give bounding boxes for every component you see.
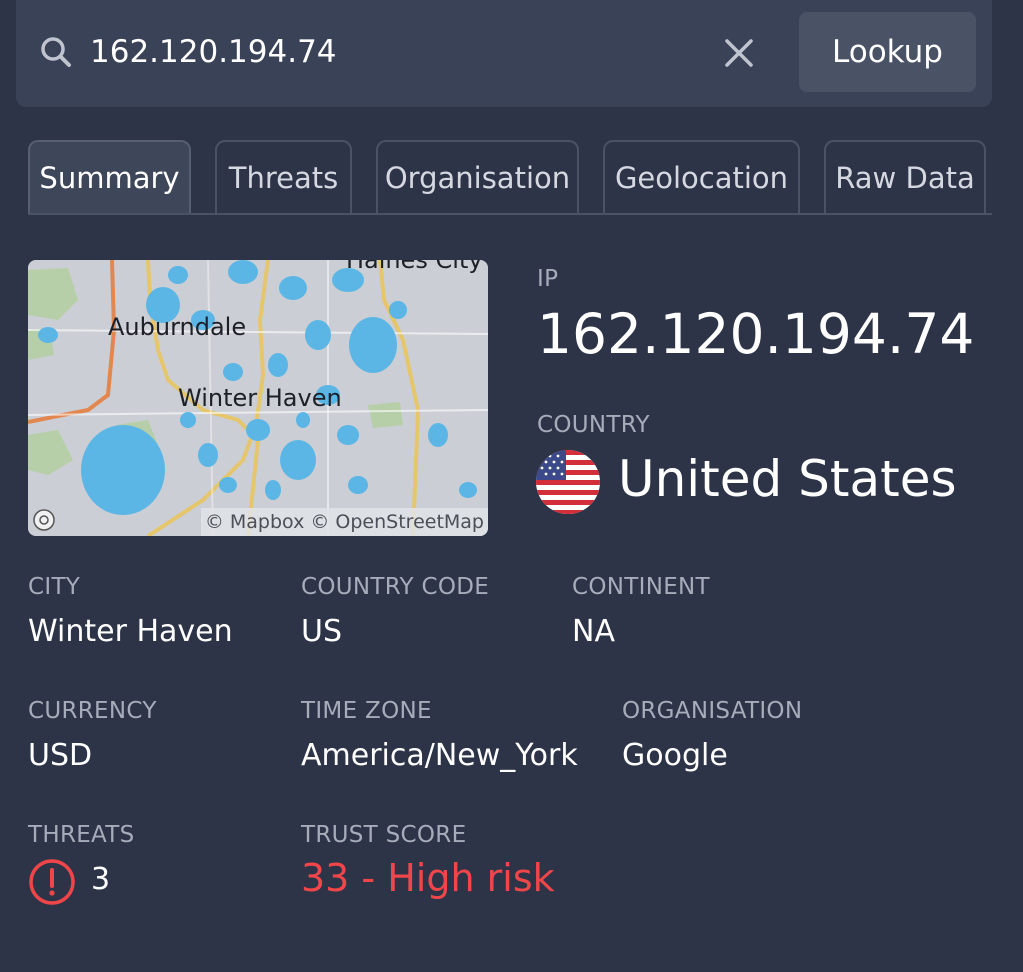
trust-score-label: TRUST SCORE [301, 822, 467, 848]
organisation-value: Google [622, 738, 728, 773]
clear-search-button[interactable] [718, 32, 760, 74]
map-label-top-city: Haines City [346, 260, 483, 274]
time-zone-label: TIME ZONE [301, 698, 432, 724]
trust-score-value: 33 - High risk [301, 856, 555, 900]
tab-summary[interactable]: Summary [28, 140, 191, 213]
continent-value: NA [572, 614, 615, 649]
city-label: CITY [28, 574, 81, 600]
currency-value: USD [28, 738, 93, 773]
us-flag-icon [536, 450, 600, 514]
search-icon [40, 36, 72, 68]
map-attribution[interactable]: © Mapbox © OpenStreetMap [200, 508, 488, 536]
country-value: United States [618, 450, 957, 508]
tab-threats[interactable]: Threats [215, 140, 352, 213]
organisation-label: ORGANISATION [622, 698, 803, 724]
map-label-auburndale: Auburndale [108, 313, 247, 341]
lookup-button[interactable]: Lookup [799, 12, 976, 92]
threats-count[interactable]: 3 [91, 862, 110, 897]
tabs-divider [28, 213, 992, 215]
search-input[interactable] [90, 28, 690, 76]
location-map[interactable]: Haines City Auburndale Winter Haven © Ma… [28, 260, 488, 536]
threats-label: THREATS [28, 822, 135, 848]
currency-label: CURRENCY [28, 698, 157, 724]
tab-organisation[interactable]: Organisation [376, 140, 579, 213]
alert-circle-icon [28, 858, 76, 906]
ip-value: 162.120.194.74 [537, 302, 975, 366]
continent-label: CONTINENT [572, 574, 710, 600]
tab-raw-data[interactable]: Raw Data [824, 140, 986, 213]
country-code-label: COUNTRY CODE [301, 574, 490, 600]
city-value: Winter Haven [28, 614, 233, 649]
time-zone-value: America/New_York [301, 738, 578, 773]
map-label-winter-haven: Winter Haven [178, 384, 342, 412]
country-code-value: US [301, 614, 343, 649]
mapbox-logo-icon[interactable] [32, 508, 56, 532]
ip-label: IP [537, 266, 559, 292]
close-icon [718, 39, 760, 77]
country-label: COUNTRY [537, 412, 650, 438]
tab-geolocation[interactable]: Geolocation [603, 140, 800, 213]
